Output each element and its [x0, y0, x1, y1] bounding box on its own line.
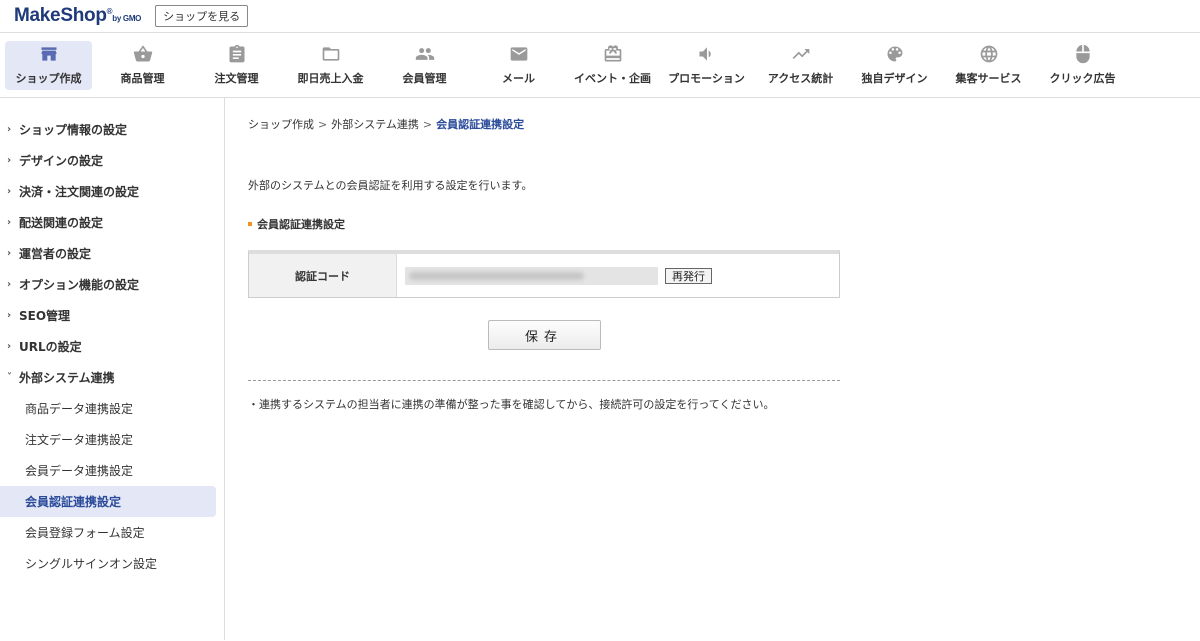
sidebar-item-label: 配送関連の設定 — [19, 216, 104, 230]
chevron-right-icon: › — [7, 186, 12, 197]
auth-code-table: 認証コード 再発行 — [248, 250, 840, 298]
breadcrumb-current: 会員認証連携設定 — [436, 118, 525, 131]
globe-icon — [979, 44, 999, 64]
sidebar-item-payment[interactable]: › 決済・注文関連の設定 — [0, 176, 224, 207]
save-button[interactable]: 保存 — [487, 320, 601, 350]
sidebar-item-label: 決済・注文関連の設定 — [19, 185, 140, 199]
logo-gmo-text: by GMO — [112, 14, 142, 23]
sidebar-item-external-system[interactable]: ˅ 外部システム連携 — [0, 362, 224, 393]
sidebar-sub-member-registration-form[interactable]: 会員登録フォーム設定 — [0, 517, 216, 548]
nav-orders[interactable]: 注文管理 — [193, 41, 280, 90]
people-icon — [415, 44, 435, 64]
sidebar-item-label: SEO管理 — [19, 309, 71, 323]
clipboard-icon — [227, 44, 247, 64]
folder-icon — [321, 44, 341, 64]
chevron-right-icon: › — [7, 155, 12, 166]
auth-code-value-cell: 再発行 — [397, 254, 839, 297]
sidebar-sub-single-sign-on[interactable]: シングルサインオン設定 — [0, 548, 216, 579]
nav-custom-design[interactable]: 独自デザイン — [851, 41, 938, 90]
section-marker-icon — [248, 222, 252, 226]
sidebar-item-shipping[interactable]: › 配送関連の設定 — [0, 207, 224, 238]
sidebar-item-label: ショップ情報の設定 — [19, 123, 128, 137]
nav-products[interactable]: 商品管理 — [99, 41, 186, 90]
sidebar-item-label: 外部システム連携 — [19, 371, 115, 385]
sidebar-item-seo[interactable]: › SEO管理 — [0, 300, 224, 331]
page-description: 外部のシステムとの会員認証を利用する設定を行います。 — [248, 179, 533, 192]
breadcrumb: ショップ作成 > 外部システム連携 > 会員認証連携設定 — [248, 116, 1200, 132]
mouse-icon — [1073, 44, 1093, 64]
logo-text: MakeShop — [14, 5, 107, 26]
breadcrumb-link-external-system[interactable]: 外部システム連携 — [331, 116, 419, 132]
nav-label: 即日売上入金 — [297, 72, 364, 85]
chevron-right-icon: › — [7, 341, 12, 352]
nav-label: クリック広告 — [1049, 72, 1116, 85]
nav-click-ads[interactable]: クリック広告 — [1039, 41, 1126, 90]
basket-icon — [133, 44, 153, 64]
trend-icon — [791, 44, 811, 64]
auth-code-label: 認証コード — [249, 254, 397, 297]
sidebar-sub-order-data[interactable]: 注文データ連携設定 — [0, 424, 216, 455]
sidebar-item-label: URLの設定 — [19, 340, 82, 354]
nav-members[interactable]: 会員管理 — [381, 41, 468, 90]
nav-label: ショップ作成 — [15, 72, 82, 85]
chevron-right-icon: › — [7, 248, 12, 259]
gift-icon — [603, 44, 623, 64]
sidebar-item-label: デザインの設定 — [19, 154, 104, 168]
chevron-right-icon: › — [7, 310, 12, 321]
nav-label: 商品管理 — [120, 72, 165, 85]
sidebar-item-operator[interactable]: › 運営者の設定 — [0, 238, 224, 269]
speaker-icon — [697, 44, 717, 64]
chevron-down-icon: ˅ — [7, 372, 12, 383]
breadcrumb-link-shop-create[interactable]: ショップ作成 — [248, 116, 314, 132]
view-shop-button[interactable]: ショップを見る — [155, 5, 249, 27]
auth-code-field[interactable] — [405, 266, 658, 285]
nav-label: アクセス統計 — [767, 72, 834, 85]
breadcrumb-separator: > — [318, 117, 328, 131]
palette-icon — [885, 44, 905, 64]
nav-label: プロモーション — [668, 72, 745, 85]
nav-marketing-services[interactable]: 集客サービス — [945, 41, 1032, 90]
chevron-right-icon: › — [7, 217, 12, 228]
global-nav: ショップ作成 商品管理 注文管理 即日売上入金 会員管理 メール イベント・企画… — [0, 33, 1200, 98]
sidebar-sub-member-auth[interactable]: 会員認証連携設定 — [0, 486, 216, 517]
redacted-code — [409, 271, 584, 280]
breadcrumb-separator: > — [422, 117, 433, 131]
sidebar-item-label: 運営者の設定 — [19, 247, 92, 261]
nav-label: 会員管理 — [402, 72, 447, 85]
sidebar-item-shop-info[interactable]: › ショップ情報の設定 — [0, 114, 224, 145]
nav-events[interactable]: イベント・企画 — [569, 41, 656, 90]
makeshop-logo[interactable]: MakeShop ® by GMO — [14, 5, 141, 27]
nav-access-stats[interactable]: アクセス統計 — [757, 41, 844, 90]
nav-label: 注文管理 — [214, 72, 259, 85]
sidebar-item-url[interactable]: › URLの設定 — [0, 331, 224, 362]
main-content: ショップ作成 > 外部システム連携 > 会員認証連携設定 外部のシステムとの会員… — [225, 98, 1200, 640]
dashed-divider — [248, 380, 840, 381]
store-icon — [39, 44, 59, 64]
nav-label: 独自デザイン — [861, 72, 928, 85]
section-title: 会員認証連携設定 — [248, 216, 1200, 232]
nav-shop-create[interactable]: ショップ作成 — [5, 40, 92, 90]
note-text: ・連携するシステムの担当者に連携の準備が整った事を確認してから、接続許可の設定を… — [248, 398, 775, 411]
sidebar-sub-product-data[interactable]: 商品データ連携設定 — [0, 393, 216, 424]
chevron-right-icon: › — [7, 124, 12, 135]
nav-label: イベント・企画 — [574, 72, 651, 85]
reissue-button[interactable]: 再発行 — [665, 267, 712, 284]
nav-mail[interactable]: メール — [475, 41, 562, 90]
mail-icon — [509, 44, 529, 64]
nav-same-day-sales[interactable]: 即日売上入金 — [287, 41, 374, 90]
sidebar-item-design[interactable]: › デザインの設定 — [0, 145, 224, 176]
save-button-wrap: 保存 — [248, 320, 840, 350]
chevron-right-icon: › — [7, 279, 12, 290]
sidebar-item-options[interactable]: › オプション機能の設定 — [0, 269, 224, 300]
nav-promotion[interactable]: プロモーション — [663, 41, 750, 90]
sidebar: › ショップ情報の設定 › デザインの設定 › 決済・注文関連の設定 › 配送関連の設定… — [0, 98, 225, 640]
nav-label: 集客サービス — [955, 72, 1022, 85]
sidebar-sub-member-data[interactable]: 会員データ連携設定 — [0, 455, 216, 486]
top-bar: MakeShop ® by GMO ショップを見る — [0, 0, 1200, 33]
sidebar-item-label: オプション機能の設定 — [19, 278, 140, 292]
section-title-text: 会員認証連携設定 — [257, 218, 345, 231]
nav-label: メール — [502, 72, 535, 85]
